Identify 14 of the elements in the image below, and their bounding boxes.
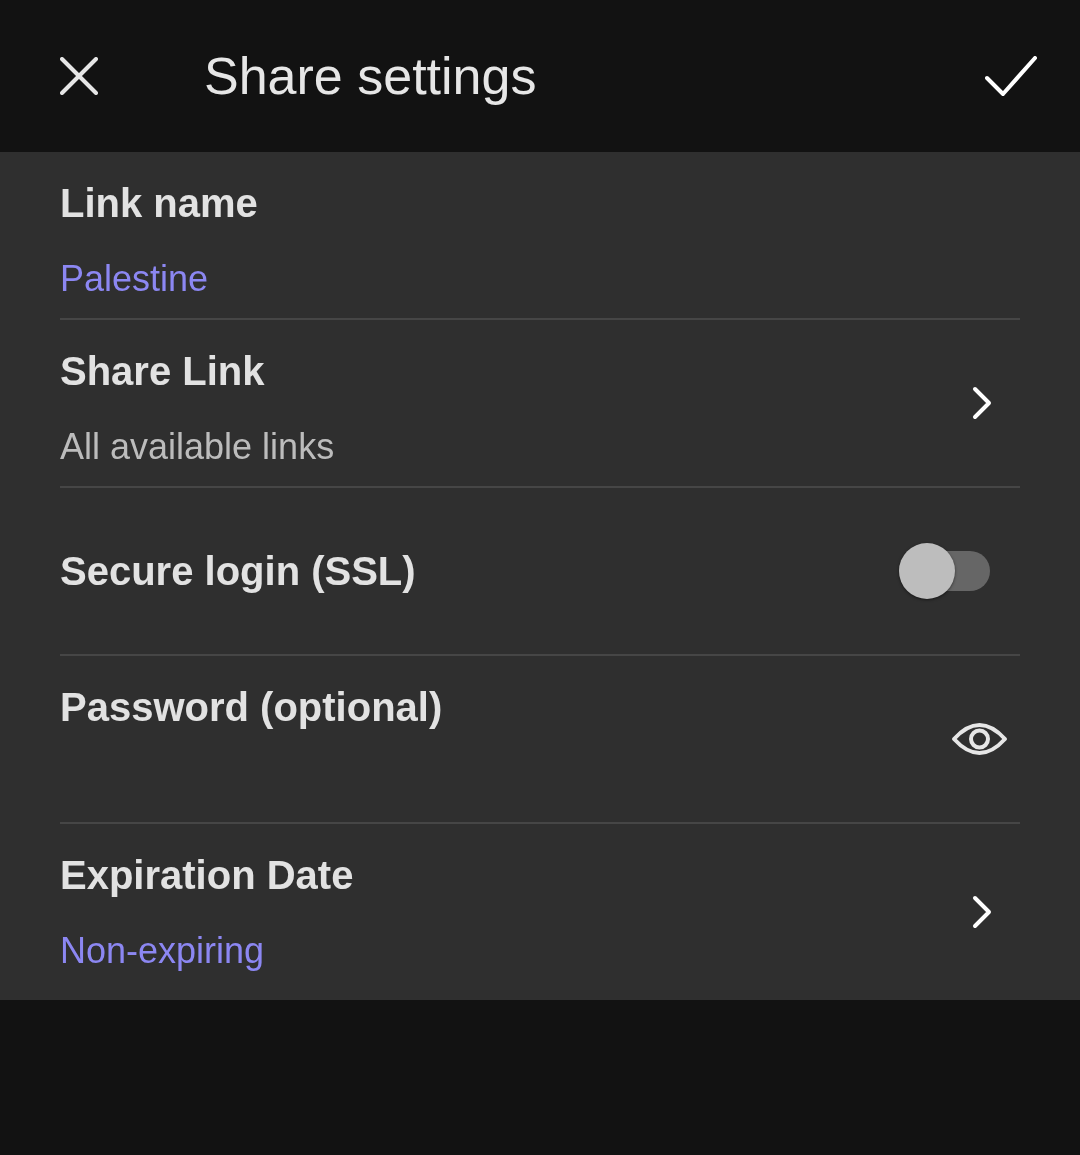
setting-label: Password (optional) xyxy=(60,684,443,731)
screen-title: Share settings xyxy=(204,45,537,107)
chevron-right-icon[interactable] xyxy=(972,895,992,929)
setting-label: Share Link xyxy=(60,348,265,395)
chevron-right-icon[interactable] xyxy=(972,386,992,420)
checkmark-icon[interactable] xyxy=(985,55,1037,97)
close-icon[interactable] xyxy=(60,57,98,95)
setting-label: Secure login (SSL) xyxy=(60,548,416,595)
setting-label: Expiration Date xyxy=(60,852,354,899)
setting-value: Non-expiring xyxy=(60,929,265,973)
setting-value: All available links xyxy=(60,425,335,469)
setting-value: Palestine xyxy=(60,257,209,301)
setting-label: Link name xyxy=(60,180,258,227)
toggle-switch[interactable] xyxy=(899,543,990,599)
